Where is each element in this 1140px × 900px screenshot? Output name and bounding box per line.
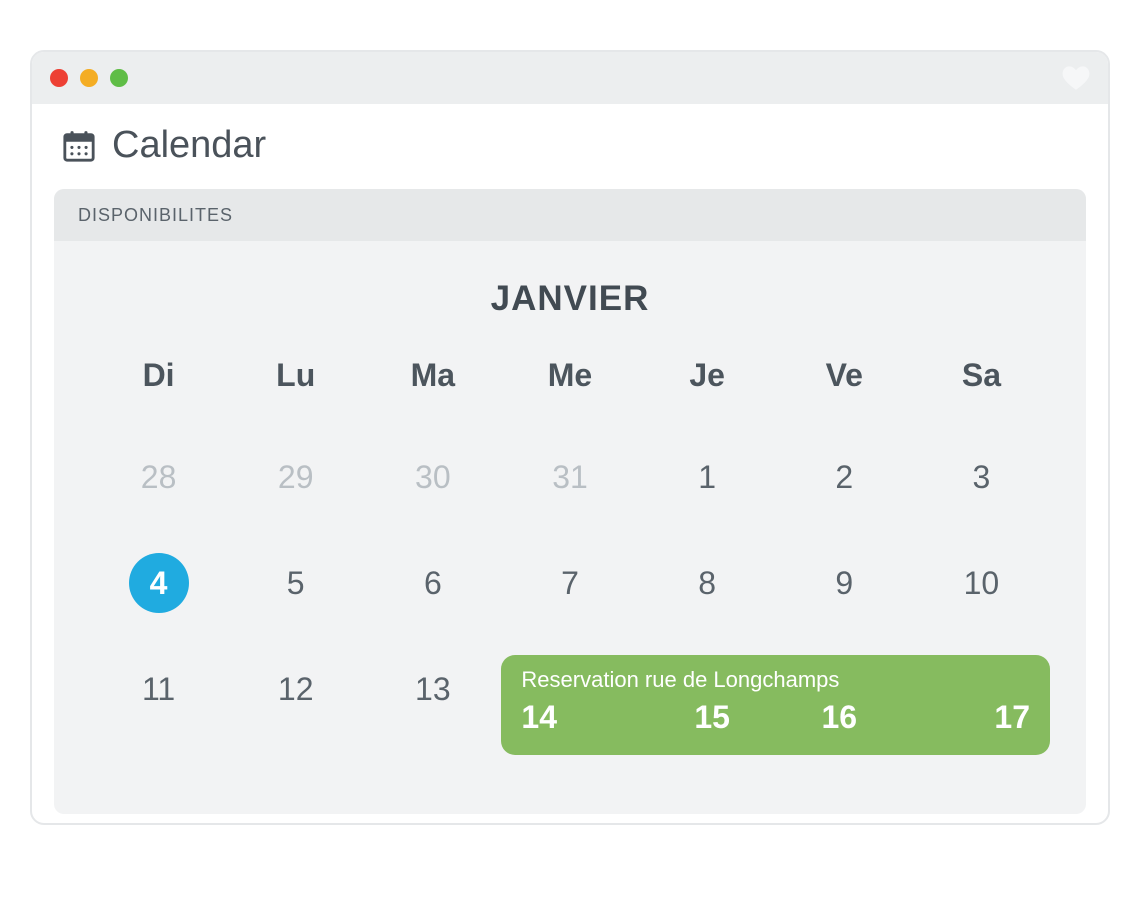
reservation-event[interactable]: Reservation rue de Longchamps 14 15 16 1… xyxy=(501,655,1050,755)
weekday-lu: Lu xyxy=(276,357,315,393)
day-cell[interactable]: 10 xyxy=(951,553,1011,613)
weekday-row: Di Lu Ma Me Je Ve Sa xyxy=(90,357,1050,394)
day-cell[interactable]: 6 xyxy=(403,553,463,613)
close-window-button[interactable] xyxy=(50,69,68,87)
maximize-window-button[interactable] xyxy=(110,69,128,87)
calendar-icon xyxy=(62,129,96,163)
event-days: 14 15 16 17 xyxy=(521,699,1030,736)
event-day: 16 xyxy=(776,699,903,736)
day-cell-selected[interactable]: 4 xyxy=(129,553,189,613)
day-cell[interactable]: 2 xyxy=(814,447,874,507)
weekday-je: Je xyxy=(689,357,725,393)
day-cell[interactable]: 11 xyxy=(129,659,189,719)
day-cell[interactable]: 9 xyxy=(814,553,874,613)
window-titlebar xyxy=(32,52,1108,104)
day-cell[interactable]: 8 xyxy=(677,553,737,613)
day-cell[interactable]: 3 xyxy=(951,447,1011,507)
day-cell[interactable]: 7 xyxy=(540,553,600,613)
panel-header: DISPONIBILITES xyxy=(54,189,1086,241)
weekday-me: Me xyxy=(548,357,592,393)
availability-panel: DISPONIBILITES JANVIER Di Lu Ma Me Je Ve… xyxy=(54,189,1086,814)
weekday-sa: Sa xyxy=(962,357,1001,393)
week-row-1: 28 29 30 31 1 2 3 xyxy=(90,424,1050,530)
weekday-di: Di xyxy=(143,357,175,393)
day-cell[interactable]: 29 xyxy=(266,447,326,507)
event-day: 15 xyxy=(649,699,776,736)
page-title: Calendar xyxy=(112,124,266,167)
heart-icon[interactable] xyxy=(1062,65,1090,91)
day-cell[interactable]: 30 xyxy=(403,447,463,507)
day-cell[interactable]: 28 xyxy=(129,447,189,507)
traffic-lights xyxy=(50,69,128,87)
month-title: JANVIER xyxy=(54,279,1086,319)
weekday-ma: Ma xyxy=(411,357,455,393)
weekday-ve: Ve xyxy=(826,357,863,393)
minimize-window-button[interactable] xyxy=(80,69,98,87)
panel-header-title: DISPONIBILITES xyxy=(78,205,233,226)
event-day: 14 xyxy=(521,699,648,736)
page-header: Calendar xyxy=(32,104,1108,189)
app-window: Calendar DISPONIBILITES JANVIER Di Lu Ma… xyxy=(30,50,1110,825)
week-row-2: 4 5 6 7 8 9 10 xyxy=(90,530,1050,636)
day-cell[interactable]: 13 xyxy=(403,659,463,719)
day-cell[interactable]: 31 xyxy=(540,447,600,507)
day-cell[interactable]: 5 xyxy=(266,553,326,613)
event-day: 17 xyxy=(903,699,1030,736)
event-title: Reservation rue de Longchamps xyxy=(521,667,1030,693)
day-cell[interactable]: 1 xyxy=(677,447,737,507)
calendar-grid: Di Lu Ma Me Je Ve Sa 28 29 30 31 1 2 3 4… xyxy=(54,357,1086,742)
day-cell[interactable]: 12 xyxy=(266,659,326,719)
